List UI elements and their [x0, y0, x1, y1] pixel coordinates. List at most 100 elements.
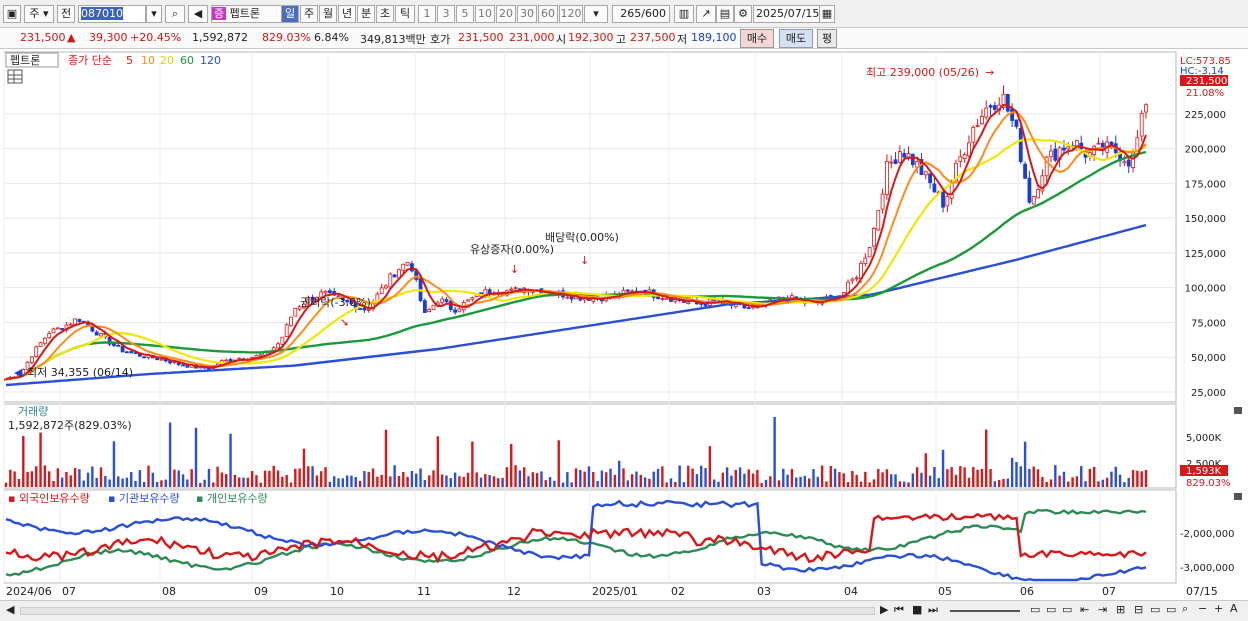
stock-name-field[interactable]: 증 펩트론 — [211, 5, 291, 23]
capital-arrow-icon: ↓ — [510, 263, 519, 276]
fast-forward-icon[interactable]: ⏭ — [928, 603, 938, 617]
period-year-button[interactable]: 년 — [338, 5, 356, 23]
period-day-button[interactable]: 일 — [281, 5, 299, 23]
sell-button[interactable]: 매도 — [779, 29, 813, 48]
candle-body — [1010, 108, 1015, 121]
volume-bar — [1127, 477, 1130, 487]
interval-20-button[interactable]: 20 — [496, 5, 516, 23]
volume-bar — [108, 479, 111, 487]
volume-bar — [596, 481, 599, 487]
holding-close-icon[interactable] — [1234, 493, 1242, 500]
volume-bar — [1006, 478, 1010, 487]
tool-icon-6[interactable]: ▭ — [1166, 603, 1176, 616]
search-icon[interactable]: ⌕ — [165, 5, 185, 23]
volume-bar — [371, 468, 375, 487]
candle-type-icon[interactable]: ▥ — [674, 5, 694, 23]
gear-icon[interactable]: ⚙ — [734, 5, 752, 23]
period-minute-button[interactable]: 분 — [357, 5, 375, 23]
stop-icon[interactable]: ■ — [912, 603, 922, 616]
x-axis-label: 08 — [162, 585, 176, 598]
tool-icon-5[interactable]: ▭ — [1150, 603, 1160, 616]
candle-body — [293, 308, 298, 317]
period-week-button[interactable]: 주 — [300, 5, 318, 23]
ask-price: 231,500 — [458, 31, 504, 44]
volume-bar — [203, 479, 206, 487]
volume-bar — [177, 470, 180, 487]
buy-button[interactable]: 매수 — [740, 29, 774, 48]
count-field[interactable]: 265/600 — [612, 5, 670, 23]
volume-bar — [86, 472, 90, 487]
volume-bar — [712, 479, 716, 487]
interval-3-button[interactable]: 3 — [437, 5, 455, 23]
volume-bar — [427, 475, 431, 487]
interval-120-button[interactable]: 120 — [559, 5, 583, 23]
rewind-icon[interactable]: ⏮ — [894, 603, 904, 617]
interval-30-button[interactable]: 30 — [517, 5, 537, 23]
speaker-icon[interactable]: ◀ — [188, 5, 208, 23]
volume-bar — [1101, 479, 1105, 487]
interval-60-button[interactable]: 60 — [538, 5, 558, 23]
layout-icon-2[interactable]: ▭ — [1046, 603, 1056, 616]
candle-body — [967, 142, 971, 157]
scroll-right-icon[interactable]: ▶ — [880, 603, 888, 616]
interval-dropdown-icon[interactable]: ▾ — [584, 5, 608, 23]
volume-bar — [272, 465, 275, 487]
volume-bar — [734, 469, 737, 487]
candle-body — [168, 360, 172, 364]
volume-bar — [769, 476, 772, 487]
candle-body — [99, 333, 103, 337]
tool-icon-3[interactable]: ⊞ — [1116, 603, 1125, 616]
interval-1-button[interactable]: 1 — [418, 5, 436, 23]
period-tick-button[interactable]: 틱 — [395, 5, 415, 23]
zoom-out-icon[interactable]: − — [1198, 602, 1207, 615]
volume-close-icon[interactable] — [1234, 407, 1242, 414]
font-size-icon[interactable]: A — [1230, 602, 1238, 615]
volume-bar — [225, 474, 228, 487]
item-type-select[interactable]: 주 ▾ — [24, 5, 54, 23]
date-value: 2025/07/15 — [756, 7, 820, 20]
candle-body — [850, 278, 855, 282]
candle-body — [923, 171, 928, 176]
rights-annotation: 권리락(-3.0%) — [300, 296, 371, 309]
volume-bar — [531, 472, 535, 487]
candle-body — [984, 107, 989, 118]
volume-bar — [104, 476, 107, 487]
tool-icon-4[interactable]: ⊟ — [1134, 603, 1143, 616]
candle-body — [34, 346, 39, 357]
draw-tool-icon[interactable]: ↗ — [696, 5, 716, 23]
period-month-button[interactable]: 월 — [319, 5, 337, 23]
volume-bar — [1032, 466, 1035, 487]
zoom-search-icon[interactable]: ⌕ — [1182, 602, 1188, 616]
avg-button[interactable]: 평 — [817, 29, 837, 48]
table-icon[interactable] — [7, 69, 23, 84]
tool-icon-2[interactable]: ⇥ — [1098, 603, 1107, 616]
save-icon[interactable]: ▤ — [716, 5, 734, 23]
code-input[interactable]: 087010 — [78, 5, 146, 23]
volume-bar — [652, 471, 655, 487]
ma-legend-120: 120 — [200, 54, 221, 67]
scroll-left-icon[interactable]: ◀ — [6, 603, 14, 616]
interval-5-button[interactable]: 5 — [456, 5, 474, 23]
horizontal-scrollbar[interactable] — [20, 607, 875, 615]
calendar-icon[interactable]: ▦ — [819, 5, 835, 23]
volume-bar — [466, 472, 470, 487]
layout-icon-3[interactable]: ▭ — [1062, 603, 1072, 616]
zoom-in-icon[interactable]: + — [1214, 602, 1223, 615]
volume-bar — [540, 471, 543, 487]
layout-icon-1[interactable]: ▭ — [1030, 603, 1040, 616]
zoom-slider[interactable] — [950, 610, 1020, 612]
code-dropdown-icon[interactable]: ▾ — [146, 5, 162, 23]
candle-body — [746, 307, 751, 310]
prev-button[interactable]: 전 — [57, 5, 75, 23]
chart-area[interactable]: 펩트론 종가 단순 5 10 20 60 120 225,000 200,000 1… — [0, 49, 1248, 600]
price-y-tick: 225,000 — [1185, 110, 1226, 121]
volume-bar — [510, 444, 513, 487]
x-axis-label: 02 — [671, 585, 685, 598]
low-price: 189,100 — [691, 31, 737, 44]
window-menu-icon[interactable]: ▣ — [3, 5, 21, 23]
volume-bar — [609, 468, 612, 487]
period-second-button[interactable]: 초 — [376, 5, 394, 23]
tool-icon-1[interactable]: ⇤ — [1080, 603, 1089, 616]
interval-10-button[interactable]: 10 — [475, 5, 495, 23]
volume-bar — [756, 469, 759, 487]
